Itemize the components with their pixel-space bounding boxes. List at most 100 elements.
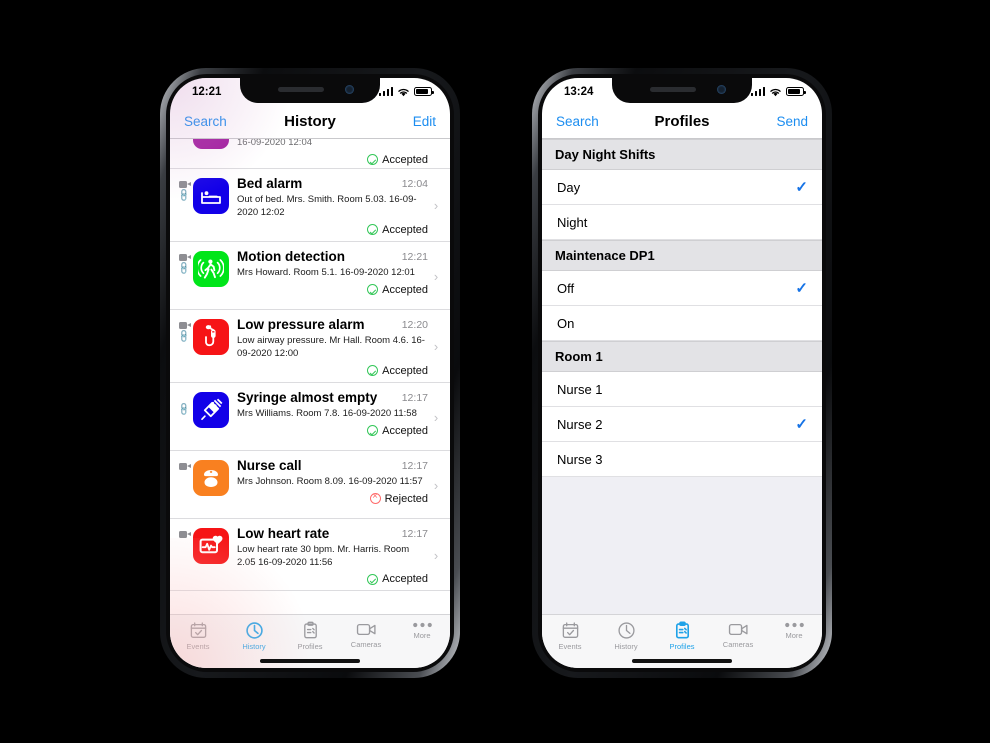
history-row[interactable]: 🔗 Motion detection 12:21 Mrs Howard. Roo… — [170, 242, 450, 310]
row-disclosure[interactable]: › — [430, 249, 442, 304]
phone-screen-profiles: 13:24 Search Profiles Send Day Night Shi… — [542, 78, 822, 668]
row-body: Low pressure alarm 12:20 Low airway pres… — [237, 317, 430, 377]
row-status-label: Accepted — [382, 153, 428, 166]
tab-label: Cameras — [722, 640, 754, 649]
profiles-option-label: Nurse 1 — [557, 381, 603, 397]
history-row[interactable]: Low heart rate 12:17 Low heart rate 30 b… — [170, 519, 450, 592]
history-row[interactable]: Nurse call 12:17 Mrs Johnson. Room 8.09.… — [170, 451, 450, 519]
selected-check-icon: ✓ — [795, 416, 808, 433]
profiles-option-row[interactable]: Nurse 1 ✓ — [542, 372, 822, 407]
history-row[interactable]: 🔗 Bed alarm 12:04 Out of bed. Mrs. Smith… — [170, 169, 450, 242]
row-disclosure[interactable]: › — [430, 317, 442, 377]
row-disclosure[interactable]: › — [430, 390, 442, 445]
row-description: Low heart rate 30 bpm. Mr. Harris. Room … — [237, 543, 410, 568]
notch — [612, 78, 752, 103]
profiles-list[interactable]: Day Night ShiftsDay ✓Night ✓Maintenace D… — [542, 139, 822, 614]
row-time: 12:04 — [401, 178, 428, 190]
row-status: Rejected — [237, 491, 428, 505]
tab-events[interactable]: Events — [170, 621, 226, 651]
row-title: Bed alarm — [237, 176, 303, 191]
tab-profiles[interactable]: Profiles — [282, 621, 338, 651]
cellular-bars-icon — [750, 87, 765, 96]
accepted-check-icon — [367, 154, 379, 166]
row-badges: 🔗 — [177, 176, 192, 236]
row-description: Mrs Williams. Room 7.8. 16-09-2020 11:58 — [237, 407, 417, 419]
alert-type-icon — [193, 391, 229, 428]
wifi-icon — [770, 88, 781, 96]
link-attachment-icon: 🔗 — [177, 260, 193, 276]
tab-label: More — [413, 631, 431, 640]
tab-events[interactable]: Events — [542, 621, 598, 651]
status-indicators — [750, 87, 806, 97]
tab-profiles[interactable]: Profiles — [654, 621, 710, 651]
accepted-check-icon — [367, 365, 379, 377]
tab-cameras[interactable]: Cameras — [710, 621, 766, 649]
clipboard-icon — [301, 621, 320, 640]
alert-type-icon — [193, 250, 229, 287]
status-time: 12:21 — [192, 85, 222, 98]
history-row[interactable]: 16-09-2020 12:04 Accepted — [170, 139, 450, 169]
alert-type-icon — [193, 459, 229, 496]
row-header: Syringe almost empty 12:17 — [237, 390, 428, 406]
row-title: Nurse call — [237, 457, 302, 473]
alert-type-icon — [193, 178, 229, 214]
search-button[interactable]: Search — [556, 114, 599, 129]
row-status-label: Accepted — [382, 573, 428, 586]
row-header: Low pressure alarm 12:20 — [237, 317, 428, 333]
row-disclosure[interactable]: › — [430, 526, 442, 586]
chevron-right-icon: › — [433, 409, 439, 425]
edit-button[interactable]: Edit — [413, 114, 436, 129]
profiles-option-row[interactable]: On ✓ — [542, 306, 822, 341]
tab-label: History — [242, 642, 266, 651]
row-status: Accepted — [237, 154, 428, 166]
profiles-option-row[interactable]: Nurse 2 ✓ — [542, 407, 822, 442]
row-status-label: Accepted — [382, 223, 428, 236]
status-time: 13:24 — [564, 85, 594, 98]
row-body: 16-09-2020 12:04 Accepted — [237, 139, 430, 166]
profiles-option-label: Nurse 3 — [557, 451, 603, 467]
row-description: Mrs Howard. Room 5.1. 16-09-2020 12:01 — [237, 267, 415, 278]
status-indicators — [378, 87, 434, 97]
selected-check-icon: ✓ — [795, 280, 808, 297]
profiles-option-row[interactable]: Off ✓ — [542, 271, 822, 306]
battery-icon — [414, 87, 434, 96]
tab-cameras[interactable]: Cameras — [338, 621, 394, 649]
history-row[interactable]: 🔗 Low pressure alarm 12:20 Low airway pr… — [170, 310, 450, 383]
row-description: Mrs Johnson. Room 8.09. 16-09-2020 11:57 — [237, 475, 423, 487]
row-status-label: Accepted — [382, 283, 428, 296]
tab-history[interactable]: History — [598, 621, 654, 651]
history-row[interactable]: 🔗 Syringe almost empty 12:17 Mrs William… — [170, 383, 450, 451]
chevron-right-icon: › — [433, 548, 439, 564]
search-button[interactable]: Search — [184, 114, 227, 129]
row-header: Motion detection 12:21 — [237, 249, 428, 265]
row-status-label: Accepted — [382, 364, 428, 377]
alert-type-icon — [193, 139, 229, 149]
cellular-bars-icon — [378, 87, 393, 96]
tab-history[interactable]: History — [226, 621, 282, 651]
send-button[interactable]: Send — [776, 114, 808, 129]
tab-more[interactable]: More — [766, 621, 822, 640]
row-body: Syringe almost empty 12:17 Mrs Williams.… — [237, 390, 430, 445]
phone-screen-history: 12:21 Search History Edit 16-09-2020 12:… — [170, 78, 450, 668]
row-status-label: Rejected — [384, 492, 428, 505]
battery-icon — [786, 87, 806, 96]
profiles-section-header: Day Night Shifts — [542, 139, 822, 170]
chevron-right-icon: › — [433, 268, 439, 284]
alert-type-icon — [193, 318, 229, 355]
camera-attachment-icon — [179, 253, 191, 261]
row-disclosure[interactable]: › — [430, 176, 442, 236]
front-camera-icon — [717, 85, 726, 94]
row-disclosure[interactable]: › — [430, 458, 442, 513]
history-list[interactable]: 16-09-2020 12:04 Accepted 🔗 Bed alarm 12… — [170, 139, 450, 614]
row-header: Bed alarm 12:04 — [237, 176, 428, 192]
tab-label: History — [614, 642, 638, 651]
nav-bar-profiles: Search Profiles Send — [542, 105, 822, 139]
ellipsis-icon — [784, 621, 805, 629]
profiles-option-row[interactable]: Day ✓ — [542, 170, 822, 205]
notch — [240, 78, 380, 103]
link-attachment-icon: 🔗 — [177, 401, 193, 417]
row-status-label: Accepted — [382, 424, 428, 437]
profiles-option-row[interactable]: Nurse 3 ✓ — [542, 442, 822, 477]
tab-more[interactable]: More — [394, 621, 450, 640]
profiles-option-row[interactable]: Night ✓ — [542, 205, 822, 240]
